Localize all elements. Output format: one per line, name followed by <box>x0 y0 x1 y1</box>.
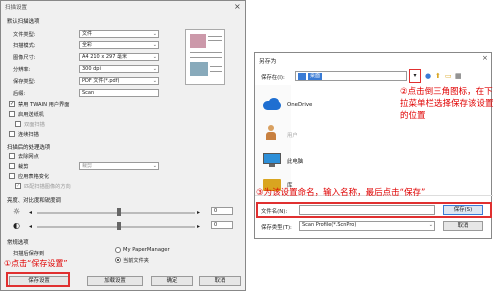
plus-icon[interactable]: ▸ <box>197 209 200 216</box>
chevron-down-icon: ⌄ <box>152 66 157 72</box>
save-location-label: 扫描后保存到 <box>13 251 45 257</box>
chevron-down-icon: ⌄ <box>428 222 433 228</box>
scan-preview-image <box>185 29 225 85</box>
filetype-label: 保存类型(T): <box>261 225 292 231</box>
onedrive-icon <box>261 97 283 111</box>
file-type-select[interactable]: 文件 ⌄ <box>79 30 159 38</box>
ok-button[interactable]: 确定 <box>151 276 193 286</box>
highlight-save-settings <box>6 272 70 287</box>
dropdown-triangle-icon[interactable]: ▾ <box>409 69 421 83</box>
brightness-section-title: 亮度、对比度和锐度调 <box>7 198 61 204</box>
annotation-step2: ②点击倒三角图标，在下拉菜单栏选择保存该设置的位置 <box>400 87 494 121</box>
new-folder-icon[interactable]: ▭ <box>445 72 452 80</box>
dialog-title: 另存为 <box>259 59 277 65</box>
user-folder-icon <box>265 125 277 141</box>
chevron-down-icon: ⌄ <box>152 54 157 60</box>
cancel-button[interactable]: 取消 <box>199 276 241 286</box>
computer-icon <box>263 153 281 167</box>
post-section-title: 扫描后的处理选项 <box>7 145 51 151</box>
back-icon[interactable]: ● <box>425 72 431 80</box>
brightness-value[interactable]: 0 <box>211 207 233 215</box>
save-type-select[interactable]: PDF 文件(*.pdf) ⌄ <box>79 77 159 85</box>
contrast-thumb[interactable] <box>117 222 121 230</box>
scan-settings-window: 扫描设置 × 默认扫描选项 文件类型: 文件 ⌄ 扫描模式: 全彩 ⌄ 图像尺寸: … <box>0 0 246 291</box>
resolution-label: 分辨率: <box>13 67 31 73</box>
save-type-label: 保存类型: <box>13 79 36 85</box>
image-size-select[interactable]: A4 210 x 297 毫米 ⌄ <box>79 53 159 61</box>
window-title: 扫描设置 <box>5 5 28 11</box>
desktop-icon <box>298 73 306 80</box>
resolution-select[interactable]: 300 dpi ⌄ <box>79 65 159 73</box>
onedrive-item[interactable]: OneDrive <box>287 102 312 108</box>
minus-icon[interactable]: ◂ <box>29 223 32 230</box>
save-in-select[interactable]: 桌面 <box>295 71 407 81</box>
load-settings-button[interactable]: 加载设置 <box>87 276 143 286</box>
image-size-label: 图像尺寸: <box>13 55 36 61</box>
minus-icon[interactable]: ◂ <box>29 209 32 216</box>
file-type-label: 文件类型: <box>13 32 36 38</box>
scan-mode-select[interactable]: 全彩 ⌄ <box>79 41 159 49</box>
chevron-down-icon: ⌄ <box>152 163 157 169</box>
contrast-value[interactable]: 0 <box>211 221 233 229</box>
chevron-down-icon: ⌄ <box>152 42 157 48</box>
user-folder-item[interactable]: 用户 <box>287 131 298 139</box>
close-icon[interactable]: × <box>482 54 488 62</box>
plus-icon[interactable]: ▸ <box>197 223 200 230</box>
brightness-thumb[interactable] <box>117 208 121 216</box>
this-pc-item[interactable]: 此电脑 <box>287 157 303 165</box>
save-in-label: 保存在(I): <box>261 75 285 81</box>
filetype-select[interactable]: Scan Profile(*.ScnPro) ⌄ <box>299 221 435 231</box>
chevron-down-icon: ⌄ <box>152 31 157 37</box>
annotation-step1: ①点击“保存设置” <box>4 259 68 268</box>
contrast-icon: ◐ <box>13 221 20 230</box>
crop-select[interactable]: 裁剪 ⌄ <box>79 162 159 170</box>
up-folder-icon[interactable]: ⬆ <box>435 72 441 80</box>
brightness-icon: ☼ <box>13 207 21 216</box>
view-menu-icon[interactable]: ▦ <box>455 72 462 80</box>
basic-section-title: 默认扫描选项 <box>7 19 40 25</box>
dialog-cancel-button[interactable]: 取消 <box>443 221 483 231</box>
highlight-filename-row <box>256 202 492 218</box>
brightness-slider[interactable] <box>37 212 195 214</box>
chevron-down-icon: ⌄ <box>152 78 157 84</box>
annotation-step3: ③为该设置命名，输入名称，最后点击“保存” <box>256 188 426 198</box>
close-icon[interactable]: × <box>234 2 241 11</box>
common-section-title: 常规选项 <box>7 240 29 246</box>
suffix-input[interactable]: Scan <box>79 89 159 97</box>
scan-mode-label: 扫描模式: <box>13 43 36 49</box>
suffix-label: 后缀: <box>13 91 26 97</box>
contrast-slider[interactable] <box>37 226 195 228</box>
